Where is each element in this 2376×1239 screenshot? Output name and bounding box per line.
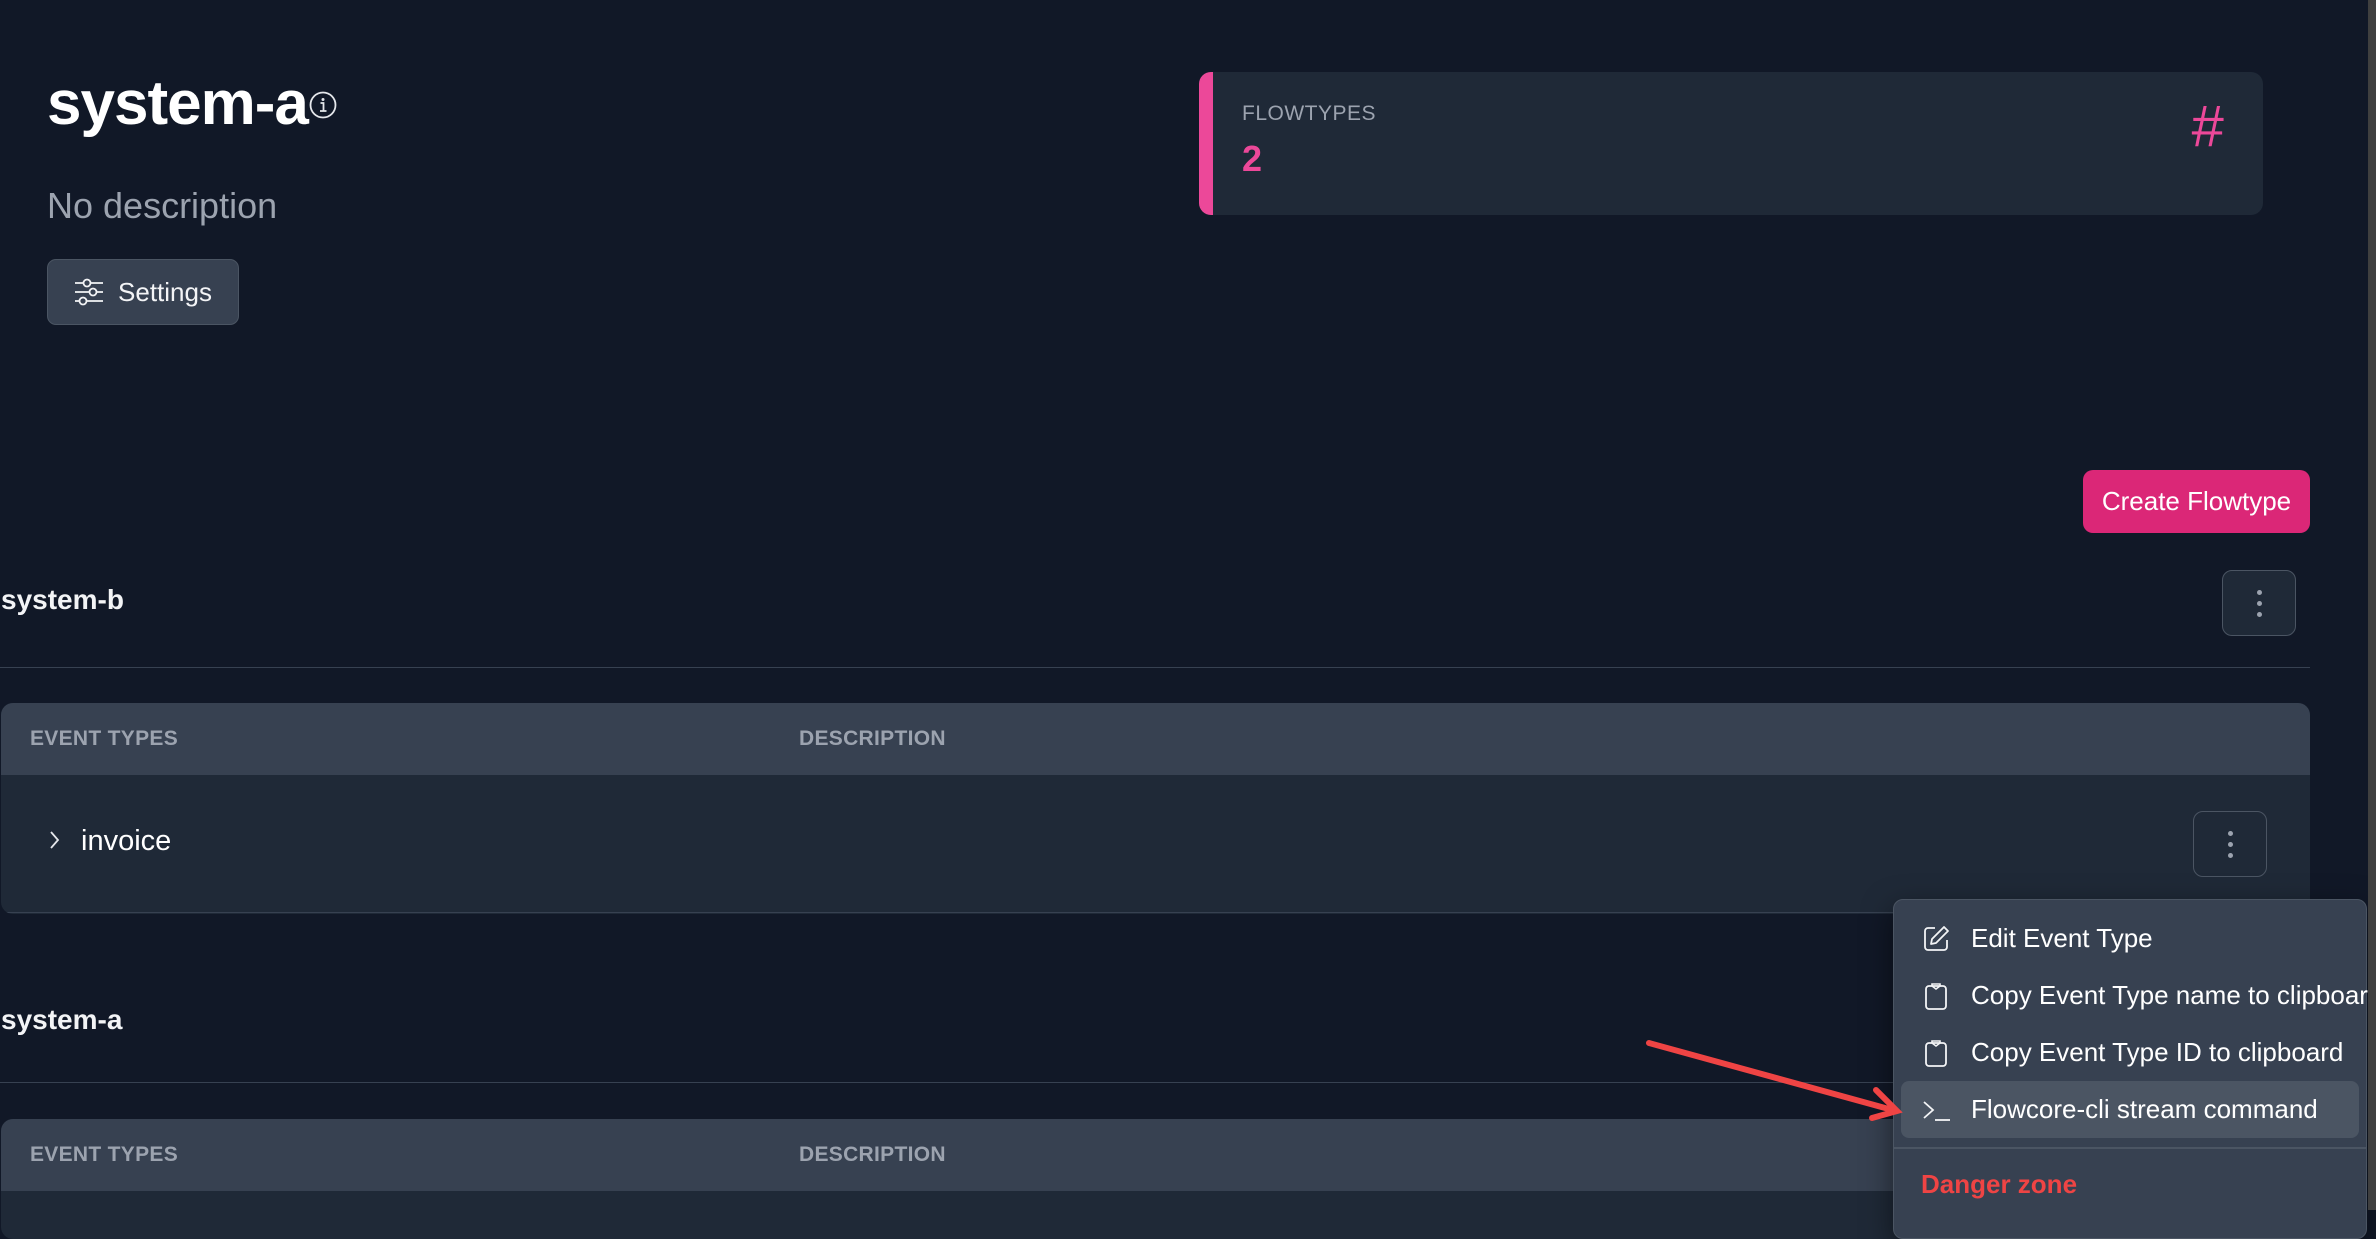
table-header: EVENT TYPES DESCRIPTION: [1, 703, 2310, 775]
column-header-event-types: EVENT TYPES: [30, 727, 179, 750]
stat-value: 2: [1242, 138, 1263, 179]
flowtype-title: system-a: [1, 1004, 123, 1035]
page-title: system-a: [47, 69, 309, 138]
danger-zone-label: Danger zone: [1921, 1169, 2078, 1199]
page-description: No description: [47, 185, 278, 226]
stat-accent-bar: [1199, 72, 1213, 215]
event-types-table: EVENT TYPES DESCRIPTION invoice: [1, 703, 2310, 914]
stat-label: FLOWTYPES: [1242, 102, 1377, 125]
menu-item-copy-id[interactable]: Copy Event Type ID to clipboard: [1901, 1024, 2359, 1081]
column-header-description: DESCRIPTION: [799, 1143, 946, 1166]
column-header-description: DESCRIPTION: [799, 727, 946, 750]
chevron-right-icon[interactable]: [47, 827, 63, 853]
kebab-icon: [2256, 589, 2262, 595]
menu-item-label: Flowcore-cli stream command: [1971, 1094, 2318, 1124]
menu-item-cli-stream-command[interactable]: Flowcore-cli stream command: [1901, 1081, 2359, 1138]
sliders-icon: [75, 278, 104, 306]
menu-separator: [1894, 1147, 2366, 1149]
info-circle-icon[interactable]: [309, 91, 337, 119]
arrow-shaft: [1646, 1040, 1899, 1114]
flowtypes-stat-card: FLOWTYPES 2 #: [1199, 72, 2263, 215]
flowtype-options-button[interactable]: [2222, 570, 2296, 636]
edit-icon: [1924, 925, 1949, 951]
table-row[interactable]: invoice: [1, 775, 2310, 913]
clipboard-icon: [1925, 1039, 1947, 1067]
event-type-options-button[interactable]: [2193, 811, 2267, 877]
settings-label: Settings: [118, 276, 212, 307]
event-type-name: invoice: [81, 825, 172, 857]
section-divider: [0, 667, 2310, 668]
menu-item-label: Edit Event Type: [1971, 923, 2153, 953]
menu-item-label: Copy Event Type ID to clipboard: [1971, 1037, 2344, 1067]
terminal-icon: [1923, 1100, 1950, 1121]
event-type-context-menu: Edit Event Type Copy Event Type name to …: [1893, 899, 2376, 1239]
flowtype-title: system-b: [1, 584, 124, 615]
create-flowtype-button[interactable]: Create Flowtype: [2083, 470, 2310, 533]
menu-item-copy-name[interactable]: Copy Event Type name to clipboard: [1901, 967, 2376, 1024]
column-header-event-types: EVENT TYPES: [30, 1143, 179, 1166]
clipboard-icon: [1925, 982, 1947, 1010]
menu-item-edit-event-type[interactable]: Edit Event Type: [1901, 910, 2359, 967]
kebab-icon: [2227, 830, 2233, 836]
menu-item-label: Copy Event Type name to clipboard: [1971, 980, 2376, 1010]
page-scrollbar[interactable]: [2368, 0, 2376, 1210]
settings-button[interactable]: Settings: [47, 259, 239, 325]
hash-icon: #: [2190, 94, 2223, 159]
